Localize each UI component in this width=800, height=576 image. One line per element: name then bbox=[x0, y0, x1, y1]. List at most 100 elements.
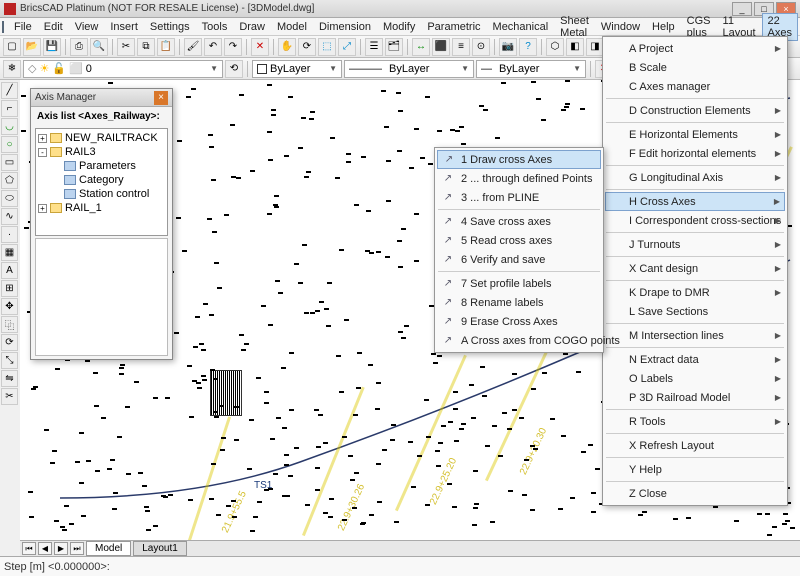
ltool-ellipse[interactable]: ⬭ bbox=[1, 190, 18, 207]
ltool-text[interactable]: A bbox=[1, 262, 18, 279]
tool-print[interactable]: ⎙ bbox=[70, 38, 88, 56]
tool-zoomwin[interactable]: ⬚ bbox=[318, 38, 336, 56]
tab-last[interactable]: ⏭ bbox=[70, 542, 84, 555]
tool-regen[interactable]: ⟳ bbox=[298, 38, 316, 56]
ltool-poly[interactable]: ⬠ bbox=[1, 172, 18, 189]
menu-item[interactable]: N Extract data▶ bbox=[605, 350, 785, 369]
tool-a[interactable]: ⬡ bbox=[546, 38, 564, 56]
menu-item[interactable]: E Horizontal Elements▶ bbox=[605, 125, 785, 144]
menu-modify[interactable]: Modify bbox=[377, 19, 421, 35]
menu-item[interactable]: L Save Sections bbox=[605, 302, 785, 321]
menu-help[interactable]: Help bbox=[646, 19, 681, 35]
menu-item[interactable]: X Refresh Layout bbox=[605, 436, 785, 455]
menu-item[interactable]: R Tools▶ bbox=[605, 412, 785, 431]
menu-edit[interactable]: Edit bbox=[38, 19, 69, 35]
tool-zoomext[interactable]: ⤢ bbox=[338, 38, 356, 56]
tool-new[interactable]: ▢ bbox=[3, 38, 21, 56]
menu-tools[interactable]: Tools bbox=[196, 19, 234, 35]
tool-render[interactable]: 📷 bbox=[499, 38, 517, 56]
tool-explorer[interactable]: 🗂 bbox=[385, 38, 403, 56]
tree-node[interactable]: Parameters bbox=[38, 159, 165, 173]
tool-dist[interactable]: ↔ bbox=[412, 38, 430, 56]
layer-prev[interactable]: ⟲ bbox=[225, 60, 243, 78]
color-combo[interactable]: ByLayer▼ bbox=[252, 60, 342, 78]
menu-item[interactable]: F Edit horizontal elements▶ bbox=[605, 144, 785, 163]
tool-paste[interactable]: 📋 bbox=[157, 38, 175, 56]
ltool-line[interactable]: ╱ bbox=[1, 82, 18, 99]
menu-dimension[interactable]: Dimension bbox=[313, 19, 377, 35]
menu-parametric[interactable]: Parametric bbox=[421, 19, 486, 35]
ltool-block[interactable]: ⊞ bbox=[1, 280, 18, 297]
tool-preview[interactable]: 🔍 bbox=[90, 38, 108, 56]
menu-file[interactable]: File bbox=[8, 19, 38, 35]
menu-item[interactable]: G Longitudinal Axis▶ bbox=[605, 168, 785, 187]
tool-id[interactable]: ⊙ bbox=[472, 38, 490, 56]
ltool-scale[interactable]: ⤡ bbox=[1, 352, 18, 369]
tool-delete[interactable]: ✕ bbox=[251, 38, 269, 56]
tree-node[interactable]: +RAIL_1 bbox=[38, 201, 165, 215]
tree-node[interactable]: Category bbox=[38, 173, 165, 187]
tool-help[interactable]: ? bbox=[519, 38, 537, 56]
menu-item[interactable]: J Turnouts▶ bbox=[605, 235, 785, 254]
ltool-pline[interactable]: ⌐ bbox=[1, 100, 18, 117]
tool-undo[interactable]: ↶ bbox=[204, 38, 222, 56]
axes-menu[interactable]: A Project▶B ScaleC Axes managerD Constru… bbox=[602, 36, 788, 506]
tab-model[interactable]: Model bbox=[86, 541, 131, 556]
ltool-spline[interactable]: ∿ bbox=[1, 208, 18, 225]
submenu-item[interactable]: ↗6 Verify and save bbox=[437, 250, 601, 269]
menu-item[interactable]: D Construction Elements▶ bbox=[605, 101, 785, 120]
ltool-arc[interactable]: ◡ bbox=[1, 118, 18, 135]
layer-tool[interactable]: ❄ bbox=[3, 60, 21, 78]
submenu-item[interactable]: ↗1 Draw cross Axes bbox=[437, 150, 601, 169]
menu-item[interactable]: K Drape to DMR▶ bbox=[605, 283, 785, 302]
axis-manager-header[interactable]: Axis Manager × bbox=[31, 89, 172, 107]
tool-cut[interactable]: ✂ bbox=[117, 38, 135, 56]
tree-node[interactable]: Station control bbox=[38, 187, 165, 201]
tool-pan[interactable]: ✋ bbox=[278, 38, 296, 56]
menu-item[interactable]: P 3D Railroad Model▶ bbox=[605, 388, 785, 407]
cross-axes-submenu[interactable]: ↗1 Draw cross Axes↗2 ... through defined… bbox=[434, 147, 604, 353]
menu-item[interactable]: H Cross Axes▶ bbox=[605, 192, 785, 211]
menu-item[interactable]: M Intersection lines▶ bbox=[605, 326, 785, 345]
menu-item[interactable]: Z Close bbox=[605, 484, 785, 503]
menu-sheetmetal[interactable]: Sheet Metal bbox=[554, 13, 595, 41]
tab-prev[interactable]: ◀ bbox=[38, 542, 52, 555]
ltool-circle[interactable]: ○ bbox=[1, 136, 18, 153]
menu-window[interactable]: Window bbox=[595, 19, 646, 35]
menu-draw[interactable]: Draw bbox=[233, 19, 271, 35]
tool-redo[interactable]: ↷ bbox=[224, 38, 242, 56]
menu-mechanical[interactable]: Mechanical bbox=[487, 19, 555, 35]
tool-props[interactable]: ☰ bbox=[365, 38, 383, 56]
submenu-item[interactable]: ↗3 ... from PLINE bbox=[437, 188, 601, 207]
ltool-rotate[interactable]: ⟳ bbox=[1, 334, 18, 351]
submenu-item[interactable]: ↗9 Erase Cross Axes bbox=[437, 312, 601, 331]
tool-b[interactable]: ◧ bbox=[566, 38, 584, 56]
submenu-item[interactable]: ↗2 ... through defined Points bbox=[437, 169, 601, 188]
ltool-trim[interactable]: ✂ bbox=[1, 388, 18, 405]
axis-tree[interactable]: +NEW_RAILTRACK-RAIL3 Parameters Category… bbox=[35, 128, 168, 236]
command-line[interactable]: Step [m] <0.000000>: bbox=[0, 556, 800, 576]
ltool-hatch[interactable]: ▦ bbox=[1, 244, 18, 261]
submenu-item[interactable]: ↗7 Set profile labels bbox=[437, 274, 601, 293]
ltool-rect[interactable]: ▭ bbox=[1, 154, 18, 171]
tree-node[interactable]: -RAIL3 bbox=[38, 145, 165, 159]
menu-model[interactable]: Model bbox=[271, 19, 313, 35]
menu-item[interactable]: I Correspondent cross-sections▶ bbox=[605, 211, 785, 230]
lineweight-combo[interactable]: —ByLayer▼ bbox=[476, 60, 586, 78]
tool-open[interactable]: 📂 bbox=[23, 38, 41, 56]
menu-item[interactable]: B Scale bbox=[605, 58, 785, 77]
tab-layout1[interactable]: Layout1 bbox=[133, 541, 187, 556]
layer-combo[interactable]: ◇☀🔓⬜ 0▼ bbox=[23, 60, 223, 78]
ltool-mirror[interactable]: ⇋ bbox=[1, 370, 18, 387]
menu-insert[interactable]: Insert bbox=[104, 19, 144, 35]
menu-item[interactable]: O Labels▶ bbox=[605, 369, 785, 388]
axis-manager-window[interactable]: Axis Manager × Axis list <Axes_Railway>:… bbox=[30, 88, 173, 360]
menu-settings[interactable]: Settings bbox=[144, 19, 196, 35]
linetype-combo[interactable]: ———ByLayer▼ bbox=[344, 60, 474, 78]
tool-copy[interactable]: ⧉ bbox=[137, 38, 155, 56]
submenu-item[interactable]: ↗8 Rename labels bbox=[437, 293, 601, 312]
tool-save[interactable]: 💾 bbox=[43, 38, 61, 56]
axis-manager-close[interactable]: × bbox=[154, 91, 168, 105]
tree-node[interactable]: +NEW_RAILTRACK bbox=[38, 131, 165, 145]
submenu-item[interactable]: ↗5 Read cross axes bbox=[437, 231, 601, 250]
